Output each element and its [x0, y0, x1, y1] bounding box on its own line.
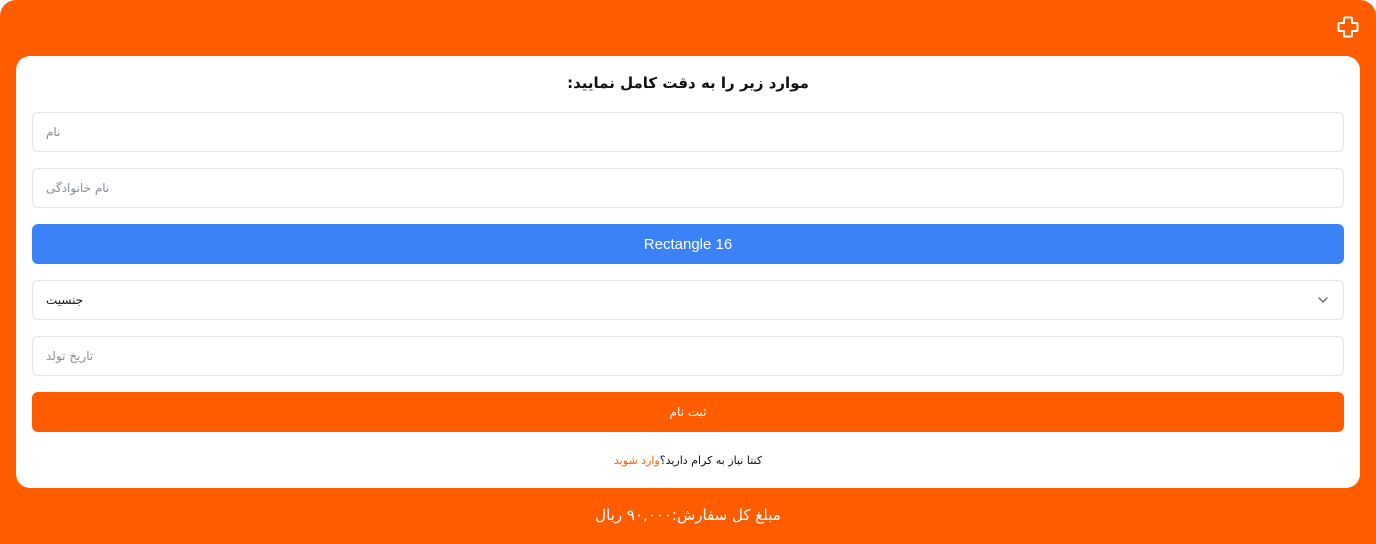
add-button[interactable] [1336, 15, 1360, 39]
last-name-field[interactable] [32, 168, 1344, 208]
form-title: موارد زیر را به دقت کامل نمایید: [567, 74, 809, 92]
gender-select-value: جنسیت [46, 293, 84, 307]
last-name-input[interactable] [33, 169, 1343, 207]
order-total: مبلغ کل سفارش:۹۰,۰۰۰ ریال [595, 506, 781, 524]
birthdate-input[interactable] [33, 337, 1343, 375]
birthdate-field[interactable] [32, 336, 1344, 376]
login-question: کنتا نیاز به کرام دارید؟ [659, 454, 763, 467]
plus-icon [1337, 16, 1359, 38]
login-prompt: کنتا نیاز به کرام دارید؟وارد شوید [16, 454, 1360, 467]
first-name-field[interactable] [32, 112, 1344, 152]
rectangle-16-bar: Rectangle 16 [32, 224, 1344, 264]
chevron-down-icon [1316, 293, 1330, 307]
registration-form-card: موارد زیر را به دقت کامل نمایید: Rectang… [16, 56, 1360, 488]
gender-select[interactable]: جنسیت [32, 280, 1344, 320]
first-name-input[interactable] [33, 113, 1343, 151]
app-window: موارد زیر را به دقت کامل نمایید: Rectang… [0, 0, 1376, 544]
login-link[interactable]: وارد شوید [614, 454, 660, 467]
register-button[interactable]: ثبت نام [32, 392, 1344, 432]
